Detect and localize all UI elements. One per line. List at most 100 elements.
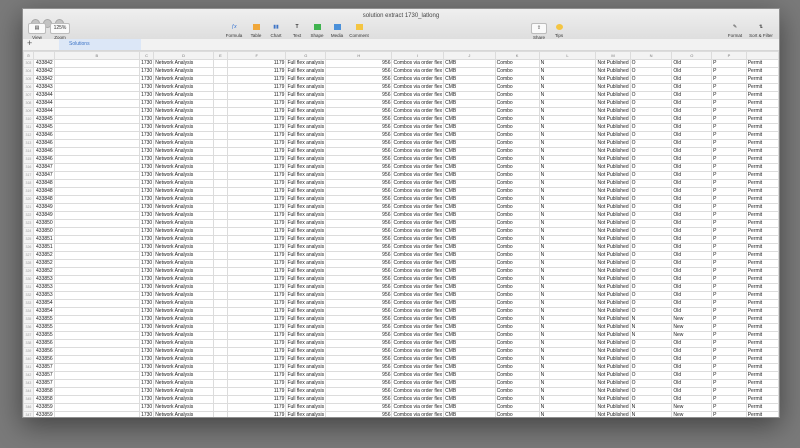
- cell-k[interactable]: N: [538, 243, 597, 252]
- cell-m[interactable]: O: [629, 371, 673, 380]
- cell-n[interactable]: Old: [671, 211, 713, 220]
- cell-n[interactable]: Old: [671, 339, 713, 348]
- cell-f-label[interactable]: Full flex analysis: [285, 299, 327, 308]
- cell-e[interactable]: [212, 315, 228, 324]
- cell-b[interactable]: [53, 195, 141, 204]
- cell-m[interactable]: O: [629, 395, 673, 404]
- cell-m[interactable]: O: [629, 75, 673, 84]
- cell-i[interactable]: CMB: [443, 75, 496, 84]
- cell-h[interactable]: 956: [325, 283, 393, 292]
- cell-f-label[interactable]: Full flex analysis: [285, 355, 327, 364]
- cell-k[interactable]: N: [538, 163, 597, 172]
- cell-f[interactable]: 1179: [226, 75, 287, 84]
- cell-f[interactable]: 1179: [226, 203, 287, 212]
- cell-e[interactable]: [212, 243, 228, 252]
- cell-k[interactable]: N: [538, 139, 597, 148]
- cell-d[interactable]: Network Analysis: [153, 219, 214, 228]
- cell-id[interactable]: 433850: [32, 219, 55, 228]
- cell-d[interactable]: Network Analysis: [153, 83, 214, 92]
- row-number[interactable]: 305: [23, 75, 34, 84]
- row-number[interactable]: 339: [23, 347, 34, 356]
- cell-d[interactable]: Network Analysis: [153, 115, 214, 124]
- cell-l[interactable]: Not Published: [595, 347, 631, 356]
- cell-k[interactable]: N: [538, 123, 597, 132]
- cell-id[interactable]: 433855: [32, 323, 55, 332]
- cell-f[interactable]: 1179: [226, 275, 287, 284]
- cell-m[interactable]: O: [629, 387, 673, 396]
- column-header[interactable]: L: [538, 51, 597, 60]
- row-number[interactable]: 324: [23, 227, 34, 236]
- cell-i[interactable]: CMB: [443, 411, 496, 417]
- cell-i[interactable]: CMB: [443, 267, 496, 276]
- cell-i[interactable]: CMB: [443, 275, 496, 284]
- share-button[interactable]: ⇪ Share: [531, 23, 547, 40]
- cell-l[interactable]: Not Published: [595, 203, 631, 212]
- cell-p[interactable]: Permit: [745, 227, 779, 236]
- cell-e[interactable]: [212, 299, 228, 308]
- cell-id[interactable]: 433846: [32, 147, 55, 156]
- cell-o[interactable]: P: [711, 291, 747, 300]
- cell-l[interactable]: Not Published: [595, 131, 631, 140]
- cell-o[interactable]: P: [711, 75, 747, 84]
- cell-k[interactable]: N: [538, 387, 597, 396]
- cell-h[interactable]: 956: [325, 307, 393, 316]
- cell-f[interactable]: 1179: [226, 411, 287, 417]
- cell-f[interactable]: 1179: [226, 387, 287, 396]
- cell-p[interactable]: Permit: [745, 115, 779, 124]
- cell-f-label[interactable]: Full flex analysis: [285, 187, 327, 196]
- cell-f-label[interactable]: Full flex analysis: [285, 139, 327, 148]
- cell-f-label[interactable]: Full flex analysis: [285, 163, 327, 172]
- cell-o[interactable]: P: [711, 91, 747, 100]
- cell-k[interactable]: N: [538, 219, 597, 228]
- cell-i[interactable]: CMB: [443, 227, 496, 236]
- column-header[interactable]: M: [595, 51, 631, 60]
- cell-f-label[interactable]: Full flex analysis: [285, 283, 327, 292]
- cell-j[interactable]: Combo: [494, 275, 540, 284]
- cell-o[interactable]: P: [711, 211, 747, 220]
- cell-f[interactable]: 1179: [226, 99, 287, 108]
- cell-e[interactable]: [212, 187, 228, 196]
- cell-h-label[interactable]: Combos via order flex: [391, 275, 445, 284]
- cell-d[interactable]: Network Analysis: [153, 203, 214, 212]
- cell-n[interactable]: Old: [671, 115, 713, 124]
- cell-f[interactable]: 1179: [226, 283, 287, 292]
- cell-i[interactable]: CMB: [443, 283, 496, 292]
- cell-c[interactable]: 1730: [139, 363, 155, 372]
- cell-o[interactable]: P: [711, 59, 747, 68]
- cell-f[interactable]: 1179: [226, 267, 287, 276]
- cell-m[interactable]: O: [629, 171, 673, 180]
- cell-p[interactable]: Permit: [745, 195, 779, 204]
- row-number[interactable]: 315: [23, 155, 34, 164]
- cell-f-label[interactable]: Full flex analysis: [285, 411, 327, 417]
- cell-c[interactable]: 1730: [139, 147, 155, 156]
- cell-id[interactable]: 433842: [32, 75, 55, 84]
- cell-h-label[interactable]: Combos via order flex: [391, 67, 445, 76]
- row-number[interactable]: 325: [23, 235, 34, 244]
- cell-j[interactable]: Combo: [494, 59, 540, 68]
- cell-i[interactable]: CMB: [443, 395, 496, 404]
- cell-m[interactable]: O: [629, 131, 673, 140]
- cell-f-label[interactable]: Full flex analysis: [285, 91, 327, 100]
- cell-m[interactable]: O: [629, 347, 673, 356]
- cell-l[interactable]: Not Published: [595, 59, 631, 68]
- cell-k[interactable]: N: [538, 235, 597, 244]
- select-all-corner[interactable]: ⊙: [23, 51, 34, 60]
- cell-id[interactable]: 433856: [32, 347, 55, 356]
- cell-id[interactable]: 433845: [32, 123, 55, 132]
- cell-o[interactable]: P: [711, 139, 747, 148]
- cell-p[interactable]: Permit: [745, 91, 779, 100]
- cell-f[interactable]: 1179: [226, 219, 287, 228]
- cell-e[interactable]: [212, 363, 228, 372]
- cell-p[interactable]: Permit: [745, 59, 779, 68]
- cell-f-label[interactable]: Full flex analysis: [285, 251, 327, 260]
- cell-b[interactable]: [53, 99, 141, 108]
- cell-l[interactable]: Not Published: [595, 267, 631, 276]
- cell-k[interactable]: N: [538, 59, 597, 68]
- cell-f-label[interactable]: Full flex analysis: [285, 363, 327, 372]
- cell-l[interactable]: Not Published: [595, 387, 631, 396]
- cell-id[interactable]: 433842: [32, 67, 55, 76]
- cell-k[interactable]: N: [538, 403, 597, 412]
- cell-j[interactable]: Combo: [494, 347, 540, 356]
- cell-id[interactable]: 433849: [32, 211, 55, 220]
- cell-j[interactable]: Combo: [494, 187, 540, 196]
